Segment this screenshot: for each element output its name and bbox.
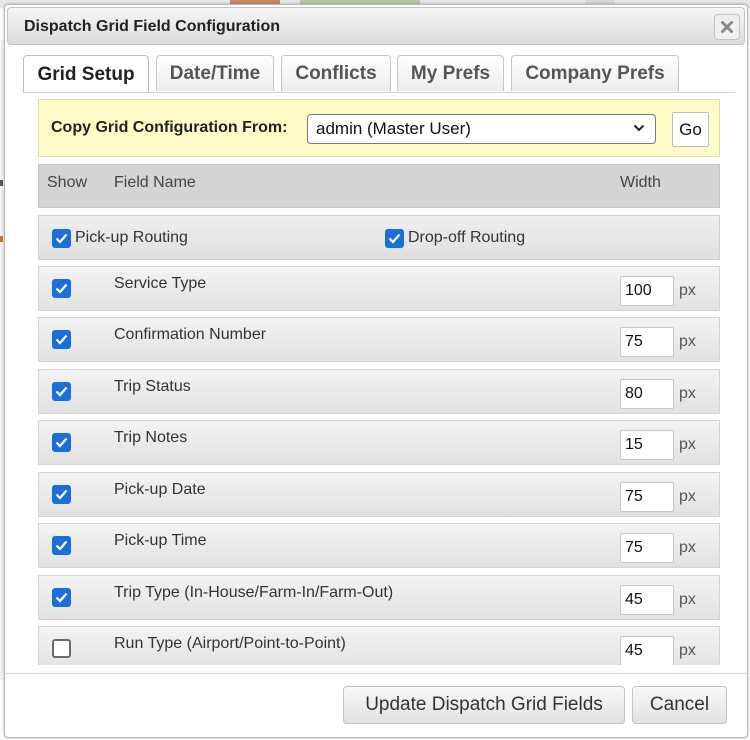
field-name: Trip Type (In-House/Farm-In/Farm-Out) xyxy=(114,584,394,601)
width-input[interactable]: 15 xyxy=(620,430,674,460)
check-icon xyxy=(55,437,68,448)
tab-conflicts[interactable]: Conflicts xyxy=(281,55,391,91)
width-unit: px xyxy=(679,333,696,350)
width-unit: px xyxy=(679,591,696,608)
update-dispatch-grid-fields-button[interactable]: Update Dispatch Grid Fields xyxy=(343,686,625,724)
dialog-title: Dispatch Grid Field Configuration xyxy=(24,18,280,35)
show-checkbox[interactable] xyxy=(52,485,71,504)
width-input[interactable]: 75 xyxy=(620,533,674,563)
copy-from-selected-value: admin (Master User) xyxy=(316,119,471,138)
tab-my-prefs[interactable]: My Prefs xyxy=(397,55,504,91)
field-row-service-type: Service Type 100 px xyxy=(38,266,720,311)
check-icon xyxy=(55,489,68,500)
field-row-pickup-date: Pick-up Date 75 px xyxy=(38,472,720,517)
width-input[interactable]: 100 xyxy=(620,276,674,306)
field-name: Confirmation Number xyxy=(114,326,267,343)
field-name: Service Type xyxy=(114,275,207,292)
width-input[interactable]: 75 xyxy=(620,482,674,512)
width-input[interactable]: 45 xyxy=(620,585,674,615)
width-unit: px xyxy=(679,385,696,402)
show-checkbox[interactable] xyxy=(52,279,71,298)
grid-header-row: Show Field Name Width xyxy=(38,164,720,208)
check-icon xyxy=(55,283,68,294)
field-row-trip-type: Trip Type (In-House/Farm-In/Farm-Out) 45… xyxy=(38,575,720,620)
width-input[interactable]: 45 xyxy=(620,636,674,665)
field-name: Pick-up Date xyxy=(114,481,206,498)
field-row-confirmation-number: Confirmation Number 75 px xyxy=(38,317,720,362)
tab-grid-setup[interactable]: Grid Setup xyxy=(23,55,149,93)
header-width: Width xyxy=(620,174,661,191)
dropoff-routing-checkbox[interactable] xyxy=(385,229,404,248)
footer-divider xyxy=(5,673,749,674)
width-unit: px xyxy=(679,488,696,505)
field-name: Trip Status xyxy=(114,378,191,395)
dropoff-routing-label: Drop-off Routing xyxy=(408,229,526,246)
header-show: Show xyxy=(47,174,88,191)
check-icon xyxy=(55,540,68,551)
show-checkbox[interactable] xyxy=(52,536,71,555)
width-input[interactable]: 75 xyxy=(620,327,674,357)
width-unit: px xyxy=(679,282,696,299)
field-name: Pick-up Time xyxy=(114,532,207,549)
copy-configuration-label: Copy Grid Configuration From: xyxy=(51,119,288,136)
tab-date-time[interactable]: Date/Time xyxy=(156,55,274,91)
width-unit: px xyxy=(679,436,696,453)
width-unit: px xyxy=(679,642,696,659)
go-button[interactable]: Go xyxy=(672,112,709,147)
cancel-button[interactable]: Cancel xyxy=(632,686,727,724)
close-icon xyxy=(721,21,733,33)
check-icon xyxy=(55,334,68,345)
grid-setup-panel[interactable]: Copy Grid Configuration From: admin (Mas… xyxy=(5,93,749,665)
check-icon xyxy=(388,233,401,244)
width-unit: px xyxy=(679,539,696,556)
check-icon xyxy=(55,233,68,244)
width-input[interactable]: 80 xyxy=(620,379,674,409)
field-row-run-type: Run Type (Airport/Point-to-Point) 45 px xyxy=(38,626,720,665)
show-checkbox[interactable] xyxy=(52,330,71,349)
show-checkbox[interactable] xyxy=(52,433,71,452)
dispatch-grid-dialog: Dispatch Grid Field Configuration Grid S… xyxy=(4,4,749,738)
show-checkbox[interactable] xyxy=(52,639,71,658)
field-row-trip-status: Trip Status 80 px xyxy=(38,369,720,414)
pickup-routing-label: Pick-up Routing xyxy=(75,229,188,246)
copy-configuration-bar: Copy Grid Configuration From: admin (Mas… xyxy=(38,99,720,157)
show-checkbox[interactable] xyxy=(52,382,71,401)
pickup-routing-checkbox[interactable] xyxy=(52,229,71,248)
field-name: Trip Notes xyxy=(114,429,188,446)
chevron-down-icon xyxy=(633,124,645,132)
dialog-titlebar[interactable]: Dispatch Grid Field Configuration xyxy=(7,7,745,45)
show-checkbox[interactable] xyxy=(52,588,71,607)
close-button[interactable] xyxy=(714,14,740,40)
routing-row: Pick-up Routing Drop-off Routing xyxy=(38,215,720,260)
field-row-pickup-time: Pick-up Time 75 px xyxy=(38,523,720,568)
copy-from-select[interactable]: admin (Master User) xyxy=(307,114,656,144)
field-row-trip-notes: Trip Notes 15 px xyxy=(38,420,720,465)
check-icon xyxy=(55,592,68,603)
tab-company-prefs[interactable]: Company Prefs xyxy=(511,55,679,91)
field-name: Run Type (Airport/Point-to-Point) xyxy=(114,635,346,652)
check-icon xyxy=(55,386,68,397)
header-field-name: Field Name xyxy=(114,174,196,191)
